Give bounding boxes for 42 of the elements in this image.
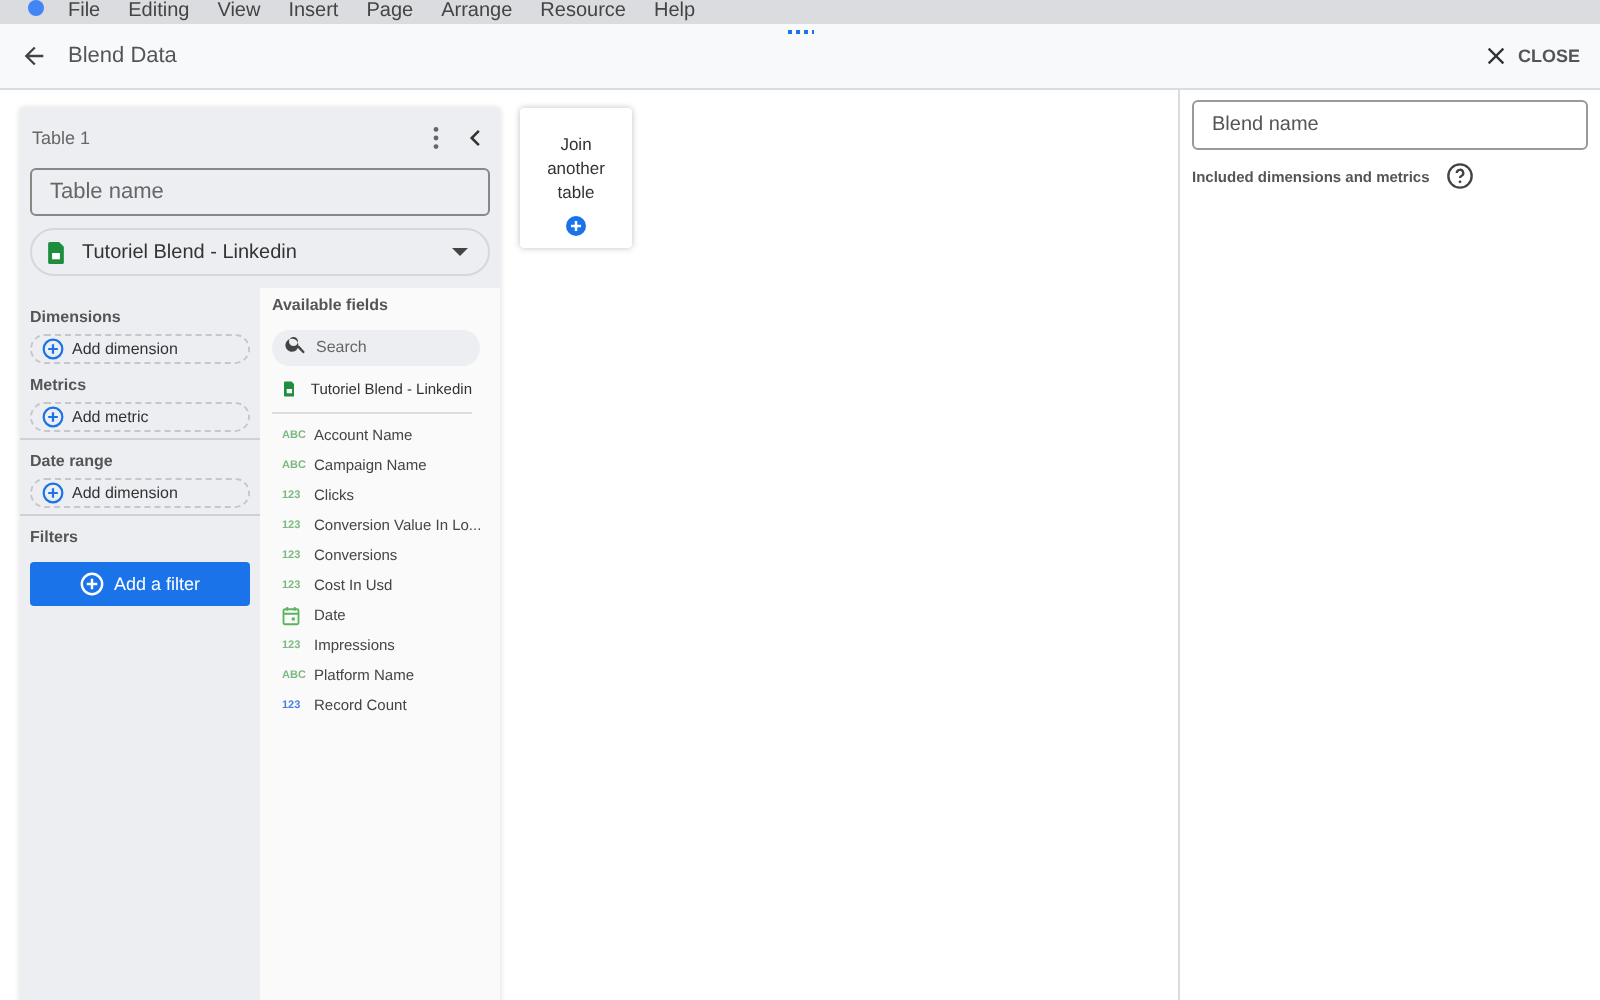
add-icon	[566, 216, 586, 236]
drag-handle-icon[interactable]	[788, 30, 814, 34]
menu-item[interactable]: Help	[653, 0, 696, 24]
menu-item[interactable]: Resource	[540, 0, 626, 24]
more-options-icon[interactable]	[432, 126, 440, 150]
calendar-icon	[282, 605, 300, 625]
menu-item[interactable]: Insert	[288, 0, 339, 24]
sheets-icon	[48, 241, 64, 263]
add-field-button[interactable]: Add dimension	[30, 478, 250, 508]
menu-item[interactable]: Arrange	[441, 0, 513, 24]
caret-icon	[452, 248, 468, 256]
join-table-label: Join another table	[545, 132, 607, 204]
collapse-icon[interactable]	[468, 128, 484, 148]
menu-item[interactable]: Editing	[128, 0, 190, 24]
blend-name-field[interactable]: Blend name	[1192, 100, 1588, 150]
table-title: Table 1	[30, 128, 93, 148]
add-icon	[42, 338, 64, 360]
menu-item[interactable]: File	[68, 0, 101, 24]
dialog-title: Blend Data	[68, 44, 177, 68]
add-icon	[79, 572, 104, 596]
add-icon	[42, 406, 64, 428]
menu-item[interactable]: Page	[366, 0, 414, 24]
section-title: Date range	[30, 452, 115, 470]
add-field-button[interactable]: Add metric	[30, 402, 250, 432]
close-button[interactable]: CLOSE	[1481, 42, 1580, 70]
data-source-name: Tutoriel Blend - Linkedin	[82, 241, 299, 263]
sheets-icon	[284, 378, 295, 400]
help-icon[interactable]	[1445, 162, 1474, 190]
add-field-button[interactable]: Add dimension	[30, 334, 250, 364]
section-title: Dimensions	[30, 308, 123, 326]
search-field[interactable]: Search	[272, 329, 480, 365]
section-title: Metrics	[30, 376, 89, 394]
table-name-field[interactable]: Table name	[30, 168, 490, 216]
join-table-card[interactable]: Join another table	[520, 108, 632, 248]
available-fields-title: Available fields	[272, 296, 390, 314]
back-arrow-icon[interactable]	[20, 42, 48, 70]
add-icon	[42, 482, 64, 504]
logo-icon	[28, 0, 44, 16]
add-filter-button[interactable]: Add a filter	[30, 562, 250, 606]
data-source-dropdown[interactable]: Tutoriel Blend - Linkedin	[30, 228, 490, 276]
menu-item[interactable]: View	[217, 0, 261, 24]
section-title: Filters	[30, 528, 81, 546]
